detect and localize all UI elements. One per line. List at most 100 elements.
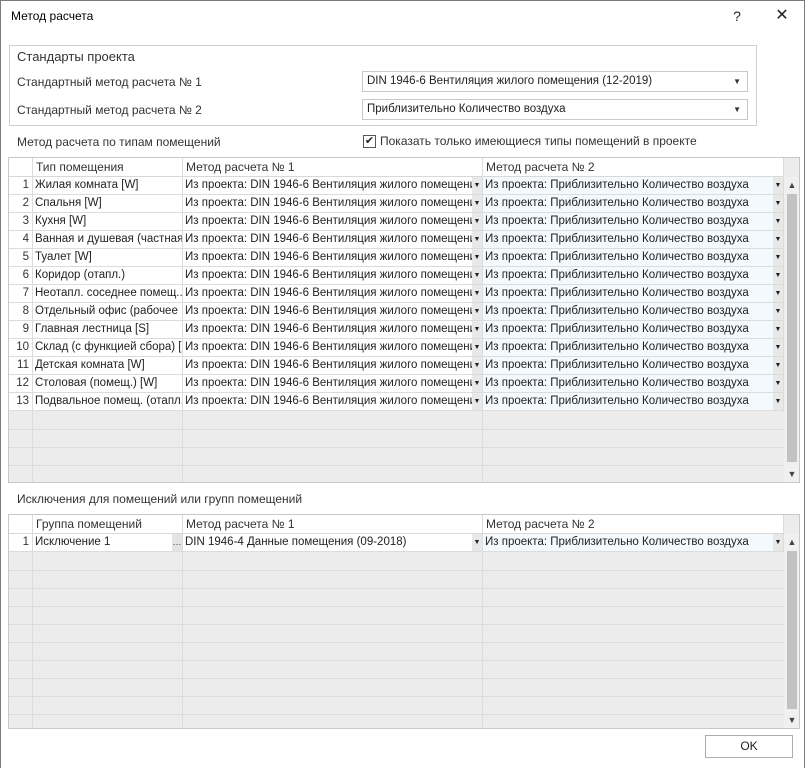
- chevron-down-icon[interactable]: ▼: [472, 321, 482, 338]
- chevron-down-icon[interactable]: ▼: [472, 177, 482, 194]
- scroll-thumb[interactable]: [787, 194, 797, 462]
- chevron-down-icon[interactable]: ▼: [472, 375, 482, 392]
- cell-method1[interactable]: DIN 1946-4 Данные помещения (09-2018) ▼: [183, 534, 483, 552]
- cell-method1[interactable]: Из проекта: DIN 1946-6 Вентиляция жилого…: [183, 231, 483, 249]
- method1-select[interactable]: DIN 1946-6 Вентиляция жилого помещения (…: [362, 71, 748, 92]
- cell-method1[interactable]: Из проекта: DIN 1946-6 Вентиляция жилого…: [183, 267, 483, 285]
- cell-room-type[interactable]: Исключение 1…: [33, 534, 183, 552]
- column-header-room-group[interactable]: Группа помещений: [33, 515, 183, 534]
- cell-method2[interactable]: Из проекта: Приблизительно Количество во…: [483, 177, 784, 195]
- table-row[interactable]: 1 Исключение 1 … DIN 1946-4 Данные помещени…: [9, 534, 784, 552]
- table-row[interactable]: 4 Ванная и душевая (частная... Из проекта:…: [9, 231, 784, 249]
- cell-method1[interactable]: Из проекта: DIN 1946-6 Вентиляция жилого…: [183, 195, 483, 213]
- cell-method1[interactable]: Из проекта: DIN 1946-6 Вентиляция жилого…: [183, 213, 483, 231]
- chevron-down-icon[interactable]: ▼: [472, 213, 482, 230]
- table-row[interactable]: 1 Жилая комната [W] Из проекта: DIN 1946-6…: [9, 177, 784, 195]
- cell-method2[interactable]: Из проекта: Приблизительно Количество во…: [483, 375, 784, 393]
- scroll-down-icon[interactable]: ▼: [784, 712, 799, 728]
- scroll-up-icon[interactable]: ▲: [784, 177, 799, 193]
- cell-method1[interactable]: Из проекта: DIN 1946-6 Вентиляция жилого…: [183, 357, 483, 375]
- cell-room-type[interactable]: Столовая (помещ.) [W]: [33, 375, 183, 393]
- table-row[interactable]: 12 Столовая (помещ.) [W] Из проекта: DIN 1…: [9, 375, 784, 393]
- chevron-down-icon[interactable]: ▼: [472, 285, 482, 302]
- chevron-down-icon[interactable]: ▼: [472, 339, 482, 356]
- chevron-down-icon[interactable]: ▼: [472, 303, 482, 320]
- column-header-method2[interactable]: Метод расчета № 2: [483, 515, 784, 534]
- chevron-down-icon[interactable]: ▼: [773, 339, 783, 356]
- cell-room-type[interactable]: Ванная и душевая (частная...: [33, 231, 183, 249]
- chevron-down-icon[interactable]: ▼: [472, 249, 482, 266]
- cell-method2[interactable]: Из проекта: Приблизительно Количество во…: [483, 339, 784, 357]
- cell-method2[interactable]: Из проекта: Приблизительно Количество во…: [483, 534, 784, 552]
- chevron-down-icon[interactable]: ▼: [773, 285, 783, 302]
- chevron-down-icon[interactable]: ▼: [472, 357, 482, 374]
- chevron-down-icon[interactable]: ▼: [773, 213, 783, 230]
- chevron-down-icon[interactable]: ▼: [773, 321, 783, 338]
- scroll-up-icon[interactable]: ▲: [784, 534, 799, 550]
- table-row[interactable]: 7 Неотапл. соседнее помещ... Из проекта: D…: [9, 285, 784, 303]
- ok-button[interactable]: OK: [705, 735, 793, 758]
- table-row[interactable]: 9 Главная лестница [S] Из проекта: DIN 194…: [9, 321, 784, 339]
- cell-method2[interactable]: Из проекта: Приблизительно Количество во…: [483, 321, 784, 339]
- cell-method2[interactable]: Из проекта: Приблизительно Количество во…: [483, 231, 784, 249]
- cell-room-type[interactable]: Неотапл. соседнее помещ...: [33, 285, 183, 303]
- cell-method2[interactable]: Из проекта: Приблизительно Количество во…: [483, 249, 784, 267]
- close-button[interactable]: ✕: [767, 4, 797, 28]
- cell-method2[interactable]: Из проекта: Приблизительно Количество во…: [483, 195, 784, 213]
- cell-method2[interactable]: Из проекта: Приблизительно Количество во…: [483, 303, 784, 321]
- cell-method1[interactable]: Из проекта: DIN 1946-6 Вентиляция жилого…: [183, 177, 483, 195]
- scroll-thumb[interactable]: [787, 551, 797, 709]
- method2-select[interactable]: Приблизительно Количество воздуха ▼: [362, 99, 748, 120]
- cell-method1[interactable]: Из проекта: DIN 1946-6 Вентиляция жилого…: [183, 285, 483, 303]
- table-row[interactable]: 2 Спальня [W] Из проекта: DIN 1946-6 Венти…: [9, 195, 784, 213]
- chevron-down-icon[interactable]: ▼: [773, 534, 783, 551]
- cell-method1[interactable]: Из проекта: DIN 1946-6 Вентиляция жилого…: [183, 339, 483, 357]
- table-row[interactable]: 3 Кухня [W] Из проекта: DIN 1946-6 Вентиля…: [9, 213, 784, 231]
- cell-method1[interactable]: Из проекта: DIN 1946-6 Вентиляция жилого…: [183, 321, 483, 339]
- chevron-down-icon[interactable]: ▼: [773, 375, 783, 392]
- column-header-room-type[interactable]: Тип помещения: [33, 158, 183, 177]
- scroll-down-icon[interactable]: ▼: [784, 466, 799, 482]
- cell-room-type[interactable]: Склад (с функцией сбора) [S]: [33, 339, 183, 357]
- cell-room-type[interactable]: Отдельный офис (рабочее ...: [33, 303, 183, 321]
- cell-method1[interactable]: Из проекта: DIN 1946-6 Вентиляция жилого…: [183, 249, 483, 267]
- cell-method1[interactable]: Из проекта: DIN 1946-6 Вентиляция жилого…: [183, 375, 483, 393]
- cell-room-type[interactable]: Кухня [W]: [33, 213, 183, 231]
- exceptions-scrollbar[interactable]: ▲ ▼: [784, 534, 799, 728]
- cell-method2[interactable]: Из проекта: Приблизительно Количество во…: [483, 267, 784, 285]
- cell-room-type[interactable]: Главная лестница [S]: [33, 321, 183, 339]
- chevron-down-icon[interactable]: ▼: [773, 231, 783, 248]
- chevron-down-icon[interactable]: ▼: [773, 177, 783, 194]
- room-types-scrollbar[interactable]: ▲ ▼: [784, 177, 799, 482]
- column-header-method1[interactable]: Метод расчета № 1: [183, 515, 483, 534]
- table-row[interactable]: 8 Отдельный офис (рабочее ... Из проекта: …: [9, 303, 784, 321]
- cell-method2[interactable]: Из проекта: Приблизительно Количество во…: [483, 393, 784, 411]
- column-header-method1[interactable]: Метод расчета № 1: [183, 158, 483, 177]
- chevron-down-icon[interactable]: ▼: [773, 393, 783, 410]
- cell-method2[interactable]: Из проекта: Приблизительно Количество во…: [483, 357, 784, 375]
- cell-room-type[interactable]: Коридор (отапл.): [33, 267, 183, 285]
- chevron-down-icon[interactable]: ▼: [472, 267, 482, 284]
- table-row[interactable]: 13 Подвальное помещ. (отапл... Из проекта:…: [9, 393, 784, 411]
- column-header-method2[interactable]: Метод расчета № 2: [483, 158, 784, 177]
- cell-room-type[interactable]: Спальня [W]: [33, 195, 183, 213]
- cell-room-type[interactable]: Подвальное помещ. (отапл...: [33, 393, 183, 411]
- show-only-existing-checkbox[interactable]: ✔: [363, 135, 376, 148]
- cell-room-type[interactable]: Жилая комната [W]: [33, 177, 183, 195]
- cell-room-type[interactable]: Туалет [W]: [33, 249, 183, 267]
- cell-room-type[interactable]: Детская комната [W]: [33, 357, 183, 375]
- table-row[interactable]: 5 Туалет [W] Из проекта: DIN 1946-6 Вентил…: [9, 249, 784, 267]
- chevron-down-icon[interactable]: ▼: [773, 303, 783, 320]
- table-row[interactable]: 11 Детская комната [W] Из проекта: DIN 194…: [9, 357, 784, 375]
- cell-method2[interactable]: Из проекта: Приблизительно Количество во…: [483, 213, 784, 231]
- chevron-down-icon[interactable]: ▼: [472, 195, 482, 212]
- chevron-down-icon[interactable]: ▼: [472, 393, 482, 410]
- table-row[interactable]: 6 Коридор (отапл.) Из проекта: DIN 1946-6 …: [9, 267, 784, 285]
- cell-method1[interactable]: Из проекта: DIN 1946-6 Вентиляция жилого…: [183, 393, 483, 411]
- chevron-down-icon[interactable]: ▼: [472, 231, 482, 248]
- chevron-down-icon[interactable]: ▼: [773, 267, 783, 284]
- help-button[interactable]: ?: [725, 4, 749, 28]
- cell-method2[interactable]: Из проекта: Приблизительно Количество во…: [483, 285, 784, 303]
- chevron-down-icon[interactable]: ▼: [773, 249, 783, 266]
- chevron-down-icon[interactable]: ▼: [773, 195, 783, 212]
